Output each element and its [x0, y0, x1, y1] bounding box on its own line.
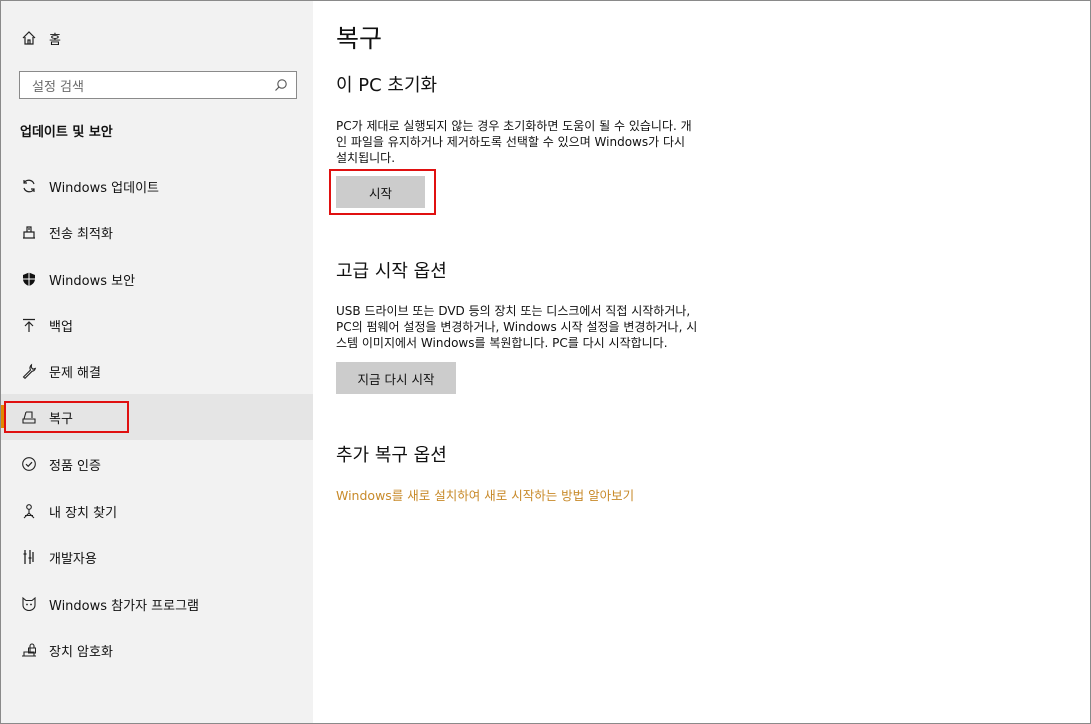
reset-pc-description: PC가 제대로 실행되지 않는 경우 초기화하면 도움이 될 수 있습니다. 개…	[336, 118, 776, 166]
check-circle-icon	[20, 455, 38, 473]
sidebar-item-insider-program[interactable]: Windows 참가자 프로그램	[1, 581, 313, 627]
sidebar-home[interactable]: 홈	[1, 15, 313, 61]
home-icon	[20, 29, 38, 47]
search-placeholder: 설정 검색	[32, 79, 84, 95]
sidebar-home-label: 홈	[49, 32, 61, 48]
description-line: 인 파일을 유지하거나 제거하도록 선택할 수 있으며 Windows가 다시	[336, 135, 686, 149]
restart-now-button[interactable]: 지금 다시 시작	[336, 362, 456, 394]
sidebar-item-activation[interactable]: 정품 인증	[1, 441, 313, 487]
page-title: 복구	[336, 24, 383, 53]
sidebar-item-delivery-optimization[interactable]: 전송 최적화	[1, 209, 313, 255]
fresh-start-link[interactable]: Windows를 새로 설치하여 새로 시작하는 방법 알아보기	[336, 485, 634, 504]
find-device-icon	[20, 502, 38, 520]
delivery-optimization-icon	[20, 223, 38, 241]
description-line: 설치됩니다.	[336, 151, 396, 165]
sidebar-item-for-developers[interactable]: 개발자용	[1, 534, 313, 580]
sidebar-item-label: Windows 업데이트	[49, 180, 160, 196]
highlight-box-recovery	[4, 401, 129, 433]
search-input[interactable]: 설정 검색	[19, 71, 297, 99]
sidebar-item-backup[interactable]: 백업	[1, 302, 313, 348]
reset-pc-heading: 이 PC 초기화	[336, 75, 438, 96]
description-line: PC가 제대로 실행되지 않는 경우 초기화하면 도움이 될 수 있습니다. 개	[336, 119, 692, 133]
content-pane: 복구 이 PC 초기화 PC가 제대로 실행되지 않는 경우 초기화하면 도움이…	[313, 1, 1090, 723]
wrench-icon	[20, 362, 38, 380]
refresh-icon	[20, 177, 38, 195]
sidebar-item-label: 정품 인증	[49, 458, 101, 474]
description-line: PC의 펌웨어 설정을 변경하거나, Windows 시작 설정을 변경하거나,…	[336, 320, 698, 334]
sidebar-item-windows-security[interactable]: Windows 보안	[1, 256, 313, 302]
sidebar-item-find-my-device[interactable]: 내 장치 찾기	[1, 488, 313, 534]
sidebar-item-label: 장치 암호화	[49, 644, 113, 660]
advanced-startup-description: USB 드라이브 또는 DVD 등의 장치 또는 디스크에서 직접 시작하거나,…	[336, 303, 776, 351]
advanced-startup-heading: 고급 시작 옵션	[336, 261, 447, 282]
sidebar: 홈 설정 검색 업데이트 및 보안 Windows 업데이트 전송 최적화 Wi…	[1, 1, 313, 723]
sidebar-item-windows-update[interactable]: Windows 업데이트	[1, 163, 313, 209]
backup-arrow-icon	[20, 316, 38, 334]
sidebar-item-troubleshoot[interactable]: 문제 해결	[1, 348, 313, 394]
description-line: USB 드라이브 또는 DVD 등의 장치 또는 디스크에서 직접 시작하거나,	[336, 304, 691, 318]
settings-window: 홈 설정 검색 업데이트 및 보안 Windows 업데이트 전송 최적화 Wi…	[0, 0, 1091, 724]
insider-cat-icon	[20, 595, 38, 613]
description-line: 스템 이미지에서 Windows를 복원합니다. PC를 다시 시작합니다.	[336, 336, 668, 350]
sidebar-item-device-encryption[interactable]: 장치 암호화	[1, 627, 313, 673]
highlight-box-start	[329, 169, 436, 215]
section-title: 업데이트 및 보안	[20, 125, 113, 140]
sidebar-item-label: 문제 해결	[49, 365, 101, 381]
sidebar-item-label: 개발자용	[49, 551, 97, 567]
device-lock-icon	[20, 641, 38, 659]
more-recovery-options-heading: 추가 복구 옵션	[336, 445, 447, 466]
developer-tools-icon	[20, 548, 38, 566]
sidebar-item-label: 내 장치 찾기	[49, 505, 118, 521]
sidebar-item-label: Windows 보안	[49, 273, 136, 289]
sidebar-item-label: 전송 최적화	[49, 226, 113, 242]
search-icon	[275, 79, 287, 91]
sidebar-item-label: 백업	[49, 319, 73, 335]
shield-icon	[20, 270, 38, 288]
sidebar-item-label: Windows 참가자 프로그램	[49, 598, 200, 614]
